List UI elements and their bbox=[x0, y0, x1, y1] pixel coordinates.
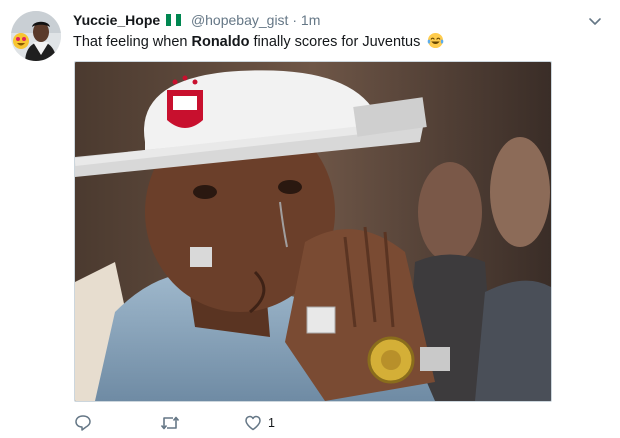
tweet-header: Yuccie_Hope @hopebay_gist · 1m bbox=[73, 12, 320, 28]
tweet-card: Yuccie_Hope @hopebay_gist · 1m That feel… bbox=[0, 0, 620, 438]
avatar[interactable] bbox=[11, 11, 61, 61]
chevron-down-icon[interactable] bbox=[584, 10, 606, 32]
retweet-icon bbox=[160, 416, 180, 430]
timestamp[interactable]: 1m bbox=[301, 12, 320, 28]
retweet-button[interactable] bbox=[160, 412, 180, 434]
reply-button[interactable] bbox=[74, 412, 92, 434]
tweet-text-start: That feeling when bbox=[73, 34, 192, 50]
crying-laughing-emoji-icon bbox=[428, 32, 444, 49]
heart-icon bbox=[245, 415, 261, 431]
tweet-text-end: finally scores for Juventus bbox=[249, 34, 421, 50]
nigeria-flag-icon bbox=[166, 14, 182, 26]
photo-image bbox=[75, 62, 551, 401]
user-handle[interactable]: @hopebay_gist bbox=[191, 12, 289, 28]
display-name[interactable]: Yuccie_Hope bbox=[73, 12, 160, 28]
avatar-image bbox=[11, 11, 61, 61]
separator-dot: · bbox=[292, 12, 298, 28]
like-count: 1 bbox=[268, 416, 275, 430]
mention-ronaldo: Ronaldo bbox=[191, 34, 250, 50]
reply-icon bbox=[75, 415, 91, 431]
tweet-text: That feeling when Ronaldo finally scores… bbox=[73, 32, 444, 51]
like-button[interactable]: 1 bbox=[244, 412, 275, 434]
tweet-photo[interactable] bbox=[74, 61, 552, 402]
